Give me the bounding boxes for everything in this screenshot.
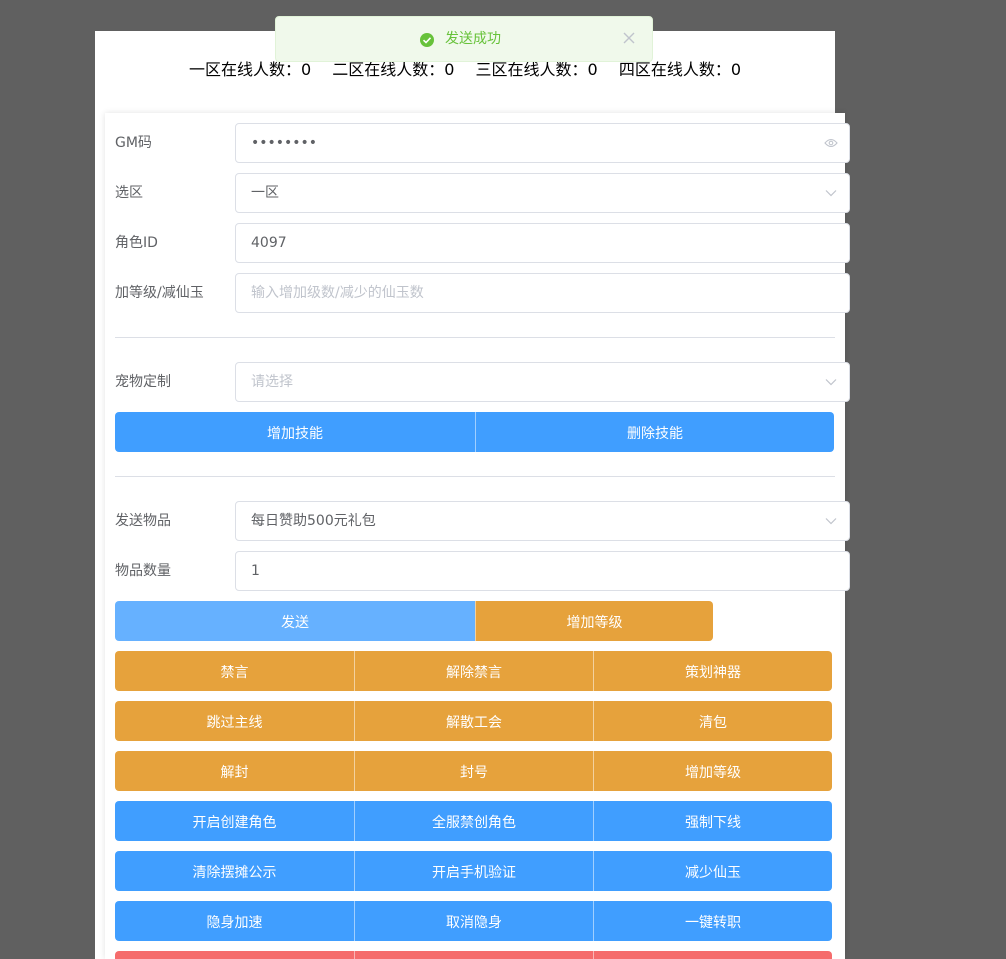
force-offline-button[interactable]: 强制下线: [593, 801, 832, 841]
close-icon[interactable]: [622, 31, 636, 45]
item-label: 发送物品: [115, 513, 171, 529]
danger-button-2[interactable]: [354, 951, 593, 959]
success-toast: 发送成功: [275, 16, 653, 62]
send-button[interactable]: 发送: [115, 601, 475, 641]
zone-label: 选区: [115, 185, 143, 201]
disband-guild-button[interactable]: 解散工会: [354, 701, 593, 741]
enable-phone-verify-button[interactable]: 开启手机验证: [354, 851, 593, 891]
gm-form-panel: GM码 •••••••• 选区 一区 角色ID 4097 加等级/减仙玉 输入增…: [105, 113, 850, 959]
zone-selected-value: 一区: [251, 185, 279, 201]
zone4-online-count: 四区在线人数：0: [618, 60, 742, 79]
delete-skill-button[interactable]: 删除技能: [475, 412, 834, 452]
toast-message: 发送成功: [445, 31, 501, 47]
check-circle-icon: [419, 32, 435, 48]
planner-artifact-button[interactable]: 策划神器: [593, 651, 832, 691]
quantity-value: 1: [251, 563, 260, 579]
clear-stall-notice-button[interactable]: 清除摆摊公示: [115, 851, 354, 891]
danger-button-3[interactable]: [593, 951, 832, 959]
unmute-button[interactable]: 解除禁言: [354, 651, 593, 691]
clear-bag-button[interactable]: 清包: [593, 701, 832, 741]
item-row: 发送物品 每日赞助500元礼包: [115, 501, 850, 541]
action-row-1: 禁言 解除禁言 策划神器: [115, 651, 832, 691]
zone3-online-count: 三区在线人数：0: [475, 60, 598, 79]
unban-button[interactable]: 解封: [115, 751, 354, 791]
pet-row: 宠物定制 请选择: [115, 362, 850, 402]
chevron-down-icon: [823, 502, 839, 540]
zone-select[interactable]: 一区: [235, 173, 850, 213]
action-row-5: 清除摆摊公示 开启手机验证 减少仙玉: [115, 851, 832, 891]
ban-account-button[interactable]: 封号: [354, 751, 593, 791]
gm-code-value: ••••••••: [251, 135, 318, 151]
level-field[interactable]: [235, 273, 850, 313]
divider-1: [115, 337, 835, 338]
chevron-down-icon: [823, 363, 839, 401]
action-row-3: 解封 封号 增加等级: [115, 751, 832, 791]
gm-code-row: GM码 ••••••••: [115, 123, 850, 163]
level-row: 加等级/减仙玉: [115, 273, 850, 313]
zone1-online-count: 一区在线人数：0: [188, 60, 312, 79]
pet-select[interactable]: 请选择: [235, 362, 850, 402]
one-click-job-change-button[interactable]: 一键转职: [593, 901, 832, 941]
skip-main-quest-button[interactable]: 跳过主线: [115, 701, 354, 741]
skill-button-group: 增加技能 删除技能: [115, 412, 834, 452]
quantity-row: 物品数量 1: [115, 551, 850, 591]
pet-placeholder: 请选择: [251, 374, 293, 390]
action-row-7: [115, 951, 832, 959]
divider-2: [115, 476, 835, 477]
disable-create-role-button[interactable]: 全服禁创角色: [354, 801, 593, 841]
role-id-label: 角色ID: [115, 235, 158, 251]
item-select[interactable]: 每日赞助500元礼包: [235, 501, 850, 541]
chevron-down-icon: [823, 174, 839, 212]
gm-code-label: GM码: [115, 135, 152, 151]
level-input[interactable]: [251, 275, 791, 311]
pet-label: 宠物定制: [115, 374, 171, 390]
level-label: 加等级/减仙玉: [115, 285, 204, 301]
zone2-online-count: 二区在线人数：0: [332, 60, 455, 79]
action-row-4: 开启创建角色 全服禁创角色 强制下线: [115, 801, 832, 841]
add-level-button[interactable]: 增加等级: [475, 601, 713, 641]
send-button-group: 发送 增加等级: [115, 601, 713, 641]
role-id-input[interactable]: 4097: [235, 223, 850, 263]
add-level-button-2[interactable]: 增加等级: [593, 751, 832, 791]
role-id-value: 4097: [251, 235, 287, 251]
item-selected-value: 每日赞助500元礼包: [251, 513, 376, 529]
role-id-row: 角色ID 4097: [115, 223, 850, 263]
cancel-stealth-button[interactable]: 取消隐身: [354, 901, 593, 941]
zone-row: 选区 一区: [115, 173, 850, 213]
danger-button-1[interactable]: [115, 951, 354, 959]
quantity-label: 物品数量: [115, 563, 171, 579]
quantity-input[interactable]: 1: [235, 551, 850, 591]
action-row-2: 跳过主线 解散工会 清包: [115, 701, 832, 741]
add-skill-button[interactable]: 增加技能: [115, 412, 475, 452]
gm-code-input[interactable]: ••••••••: [235, 123, 850, 163]
action-row-6: 隐身加速 取消隐身 一键转职: [115, 901, 832, 941]
stealth-speed-button[interactable]: 隐身加速: [115, 901, 354, 941]
eye-icon[interactable]: [823, 124, 839, 162]
reduce-jade-button[interactable]: 减少仙玉: [593, 851, 832, 891]
enable-create-role-button[interactable]: 开启创建角色: [115, 801, 354, 841]
mute-button[interactable]: 禁言: [115, 651, 354, 691]
